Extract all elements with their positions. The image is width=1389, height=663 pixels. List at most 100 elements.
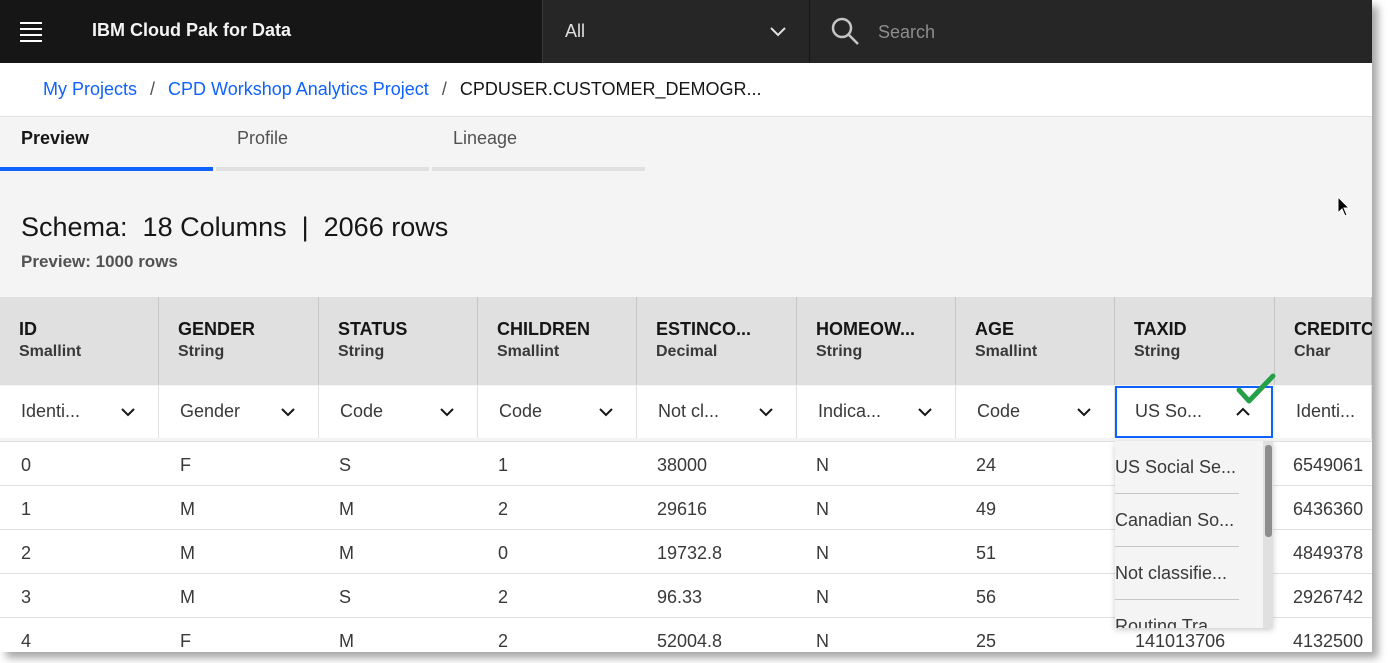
table-cell: 56 — [976, 587, 997, 607]
option-label: Routing Tra... — [1115, 616, 1224, 628]
scope-select[interactable]: All — [542, 0, 809, 63]
scope-value: All — [565, 21, 586, 41]
table-cell: 2 — [498, 587, 509, 607]
chevron-down-icon — [599, 408, 613, 417]
classification-select-homeowner[interactable]: Indica... — [797, 386, 956, 438]
tab-underline — [0, 167, 213, 171]
column-type: String — [178, 343, 225, 360]
column-name: ESTINCO... — [656, 319, 752, 339]
table-cell: 49 — [976, 499, 997, 519]
classification-value: Code — [499, 401, 543, 421]
column-type: String — [816, 343, 863, 360]
search-input[interactable] — [876, 14, 1340, 50]
column-header-age[interactable]: AGE Smallint — [956, 297, 1115, 385]
column-name: TAXID — [1134, 319, 1187, 339]
dropdown-option[interactable]: US Social Se... — [1115, 441, 1255, 494]
breadcrumb: My Projects / CPD Workshop Analytics Pro… — [43, 79, 762, 100]
menu-icon[interactable] — [20, 22, 42, 42]
tab-preview[interactable]: Preview — [0, 117, 213, 171]
chevron-up-icon — [1236, 407, 1250, 416]
column-header-id[interactable]: ID Smallint — [0, 297, 159, 385]
table-cell: N — [816, 499, 829, 519]
column-header-gender[interactable]: GENDER String — [159, 297, 319, 385]
classification-select-estincome[interactable]: Not cl... — [637, 386, 797, 438]
tab-label: Lineage — [453, 128, 518, 148]
table-cell: 1 — [21, 499, 32, 519]
table-cell: 52004.8 — [657, 631, 723, 651]
table-cell: 19732.8 — [657, 543, 723, 563]
tab-underline — [432, 167, 645, 171]
column-header-creditcard[interactable]: CREDITC Char — [1275, 297, 1372, 385]
column-name: ID — [19, 319, 37, 339]
table-cell: S — [339, 455, 352, 475]
breadcrumb-my-projects[interactable]: My Projects — [43, 79, 137, 100]
classification-value: Code — [340, 401, 384, 421]
column-header-children[interactable]: CHILDREN Smallint — [478, 297, 637, 385]
classification-select-id[interactable]: Identi... — [0, 386, 159, 438]
table-cell: M — [180, 499, 195, 519]
chevron-down-icon — [918, 408, 932, 417]
column-header-status[interactable]: STATUS String — [319, 297, 478, 385]
column-header-homeowner[interactable]: HOMEOW... String — [797, 297, 956, 385]
table-cell: 4849378 — [1293, 543, 1364, 563]
classification-select-creditcard[interactable]: Identi... — [1275, 386, 1372, 438]
preview-rows-count: Preview: 1000 rows — [21, 252, 178, 271]
tab-lineage[interactable]: Lineage — [432, 117, 645, 171]
column-type: Smallint — [497, 343, 560, 360]
classification-value: Not cl... — [658, 401, 720, 421]
column-type: Decimal — [656, 343, 718, 360]
table-cell: F — [180, 455, 191, 475]
breadcrumb-bar: My Projects / CPD Workshop Analytics Pro… — [0, 63, 1372, 117]
table-cell: 96.33 — [657, 587, 703, 607]
chevron-down-icon — [759, 408, 773, 417]
mouse-cursor-icon — [1337, 196, 1351, 217]
table-cell: 2 — [498, 499, 509, 519]
tab-label: Profile — [237, 128, 289, 148]
breadcrumb-project[interactable]: CPD Workshop Analytics Project — [168, 79, 429, 100]
table-cell: 2 — [498, 631, 509, 651]
table-cell: M — [339, 543, 354, 563]
table-cell: 51 — [976, 543, 997, 563]
app-window: IBM Cloud Pak for Data All My Projects /… — [0, 0, 1372, 652]
schema-summary: Schema: 18 Columns | 2066 rows — [21, 212, 449, 242]
table-cell: 1 — [498, 455, 509, 475]
table-cell: 4132500 — [1293, 631, 1364, 651]
search-icon — [831, 17, 859, 45]
chevron-down-icon — [440, 408, 454, 417]
classification-value: Identi... — [21, 401, 81, 421]
classification-value: Gender — [180, 401, 241, 421]
option-label: Not classifie... — [1115, 563, 1228, 583]
table-cell: N — [816, 631, 829, 651]
table-cell: 38000 — [657, 455, 708, 475]
scrollbar-thumb[interactable] — [1265, 445, 1272, 537]
table-cell: 0 — [21, 455, 32, 475]
breadcrumb-separator: / — [150, 79, 156, 99]
table-cell: N — [816, 587, 829, 607]
table-cell: 6549061 — [1293, 455, 1364, 475]
tab-profile[interactable]: Profile — [216, 117, 429, 171]
classification-value: Indica... — [818, 401, 882, 421]
classification-select-age[interactable]: Code — [956, 386, 1115, 438]
dropdown-option[interactable]: Canadian So... — [1115, 494, 1255, 547]
classification-select-children[interactable]: Code — [478, 386, 637, 438]
brand-title: IBM Cloud Pak for Data — [92, 20, 292, 40]
classification-select-gender[interactable]: Gender — [159, 386, 319, 438]
table-cell: 4 — [21, 631, 32, 651]
dropdown-option[interactable]: Routing Tra... — [1115, 600, 1255, 628]
column-name: CHILDREN — [497, 319, 590, 339]
tab-label: Preview — [21, 128, 90, 148]
column-type: String — [1134, 343, 1181, 360]
table-cell: 29616 — [657, 499, 708, 519]
column-name: STATUS — [338, 319, 408, 339]
column-name: GENDER — [178, 319, 256, 339]
column-name: HOMEOW... — [816, 319, 915, 339]
dropdown-option[interactable]: Not classifie... — [1115, 547, 1255, 600]
column-header-estincome[interactable]: ESTINCO... Decimal — [637, 297, 797, 385]
search-bar — [809, 0, 1372, 63]
table-cell: F — [180, 631, 191, 651]
classification-select-status[interactable]: Code — [319, 386, 478, 438]
dropdown-scrollbar[interactable] — [1263, 441, 1273, 628]
option-label: Canadian So... — [1115, 510, 1235, 530]
table-cell: S — [339, 587, 352, 607]
table-cell: 3 — [21, 587, 32, 607]
